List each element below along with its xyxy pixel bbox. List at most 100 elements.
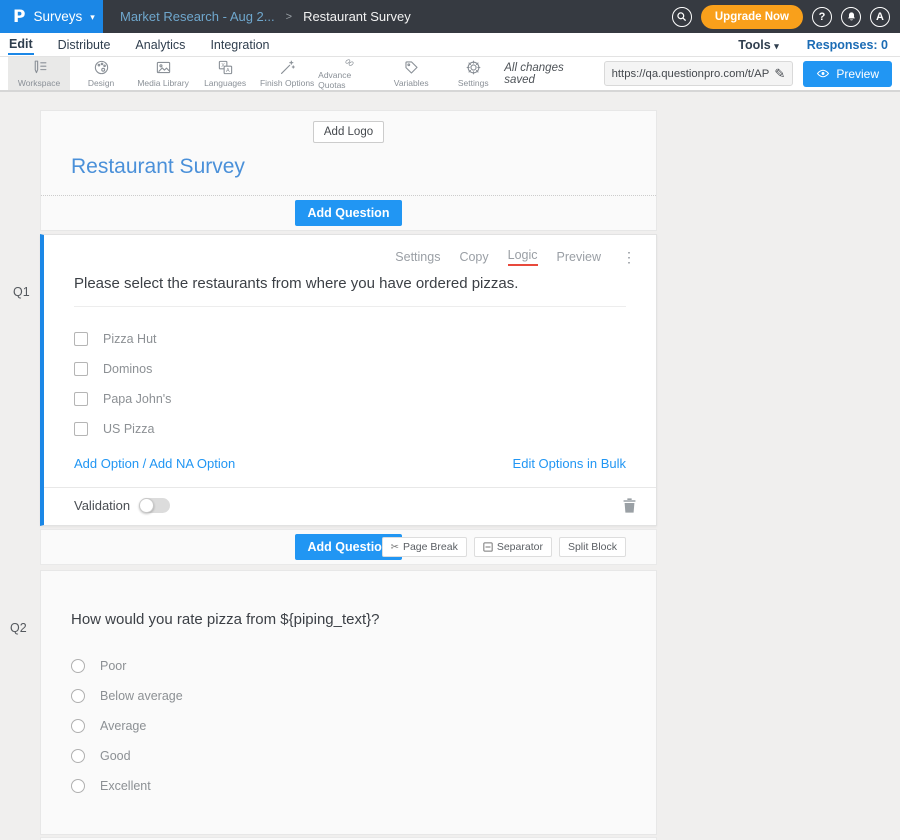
- preview-button[interactable]: Preview: [803, 61, 892, 87]
- question-number-q2: Q2: [10, 621, 27, 635]
- eye-icon: [816, 68, 830, 79]
- bell-icon: [846, 11, 857, 22]
- add-option-link[interactable]: Add Option: [74, 456, 139, 471]
- notifications-button[interactable]: [841, 7, 861, 27]
- question-action-bar: Settings Copy Logic Preview ⋮: [44, 235, 656, 266]
- breadcrumb: Market Research - Aug 2... > Restaurant …: [120, 9, 411, 24]
- question-preview-link[interactable]: Preview: [557, 250, 601, 264]
- tool-settings[interactable]: Settings: [442, 57, 504, 90]
- option-checkbox[interactable]: [74, 422, 88, 436]
- scissors-icon: ✂: [391, 542, 399, 553]
- trash-icon: [623, 498, 636, 513]
- tool-languages[interactable]: XA Languages: [194, 57, 256, 90]
- survey-url-box: ✎: [604, 61, 794, 86]
- translate-icon: XA: [217, 59, 234, 76]
- palette-icon: [93, 59, 110, 76]
- toggle-knob: [139, 498, 154, 513]
- topbar-actions: Upgrade Now ? A: [672, 5, 900, 29]
- list-item: Below average: [71, 681, 626, 711]
- survey-url-input[interactable]: [605, 68, 775, 80]
- add-question-button[interactable]: Add Question: [295, 200, 403, 226]
- option-checkbox[interactable]: [74, 362, 88, 376]
- autosave-status: All changes saved: [504, 62, 593, 86]
- edit-url-pencil-icon[interactable]: ✎: [774, 66, 792, 82]
- list-item: Excellent: [71, 771, 626, 801]
- tab-analytics[interactable]: Analytics: [134, 35, 186, 54]
- delete-question-button[interactable]: [623, 498, 636, 513]
- q1-option-links: Add Option / Add NA Option Edit Options …: [44, 444, 656, 487]
- list-item: Poor: [71, 651, 626, 681]
- tool-finish-options[interactable]: Finish Options: [256, 57, 318, 90]
- list-item: Average: [71, 711, 626, 741]
- list-item: Pizza Hut: [74, 324, 626, 354]
- breadcrumb-separator: >: [286, 11, 292, 23]
- validation-toggle[interactable]: [140, 498, 170, 513]
- workspace-icon: [31, 59, 48, 76]
- survey-nav: Edit Distribute Analytics Integration To…: [0, 33, 900, 57]
- option-radio[interactable]: [71, 689, 85, 703]
- avatar-letter: A: [876, 11, 884, 23]
- q1-options-list: Pizza Hut Dominos Papa John's US Pizza: [44, 307, 656, 444]
- question-logic-link[interactable]: Logic: [508, 248, 538, 266]
- separator-icon: [483, 542, 493, 552]
- question-text-q2[interactable]: How would you rate pizza from ${piping_t…: [71, 571, 626, 634]
- tool-advance-quotas[interactable]: Advance Quotas: [318, 57, 380, 90]
- option-radio[interactable]: [71, 719, 85, 733]
- tool-variables[interactable]: Variables: [380, 57, 442, 90]
- surveys-product-menu[interactable]: P Surveys ▾: [0, 0, 103, 33]
- option-label[interactable]: Dominos: [103, 362, 152, 376]
- tools-menu[interactable]: Tools ▾: [738, 38, 778, 52]
- question-number-q1: Q1: [13, 285, 30, 299]
- option-label[interactable]: Papa John's: [103, 392, 171, 406]
- option-radio[interactable]: [71, 659, 85, 673]
- separator-button[interactable]: Separator: [474, 537, 552, 557]
- question-settings-link[interactable]: Settings: [395, 250, 440, 264]
- account-avatar[interactable]: A: [870, 7, 890, 27]
- question-copy-link[interactable]: Copy: [459, 250, 488, 264]
- survey-title[interactable]: Restaurant Survey: [41, 143, 656, 195]
- question-card-q1: Q1 Settings Copy Logic Preview ⋮ Please …: [40, 234, 657, 526]
- search-button[interactable]: [672, 7, 692, 27]
- edit-options-in-bulk-link[interactable]: Edit Options in Bulk: [513, 456, 626, 471]
- add-logo-button[interactable]: Add Logo: [313, 121, 384, 143]
- help-button[interactable]: ?: [812, 7, 832, 27]
- svg-text:X: X: [221, 63, 225, 69]
- option-label[interactable]: Average: [100, 719, 146, 733]
- option-radio[interactable]: [71, 779, 85, 793]
- breadcrumb-survey-name: Restaurant Survey: [303, 9, 411, 24]
- kebab-menu-icon[interactable]: ⋮: [622, 249, 636, 266]
- page-break-button[interactable]: ✂ Page Break: [382, 537, 467, 557]
- q2-options-list: Poor Below average Average Good Excellen…: [41, 634, 656, 801]
- tab-distribute[interactable]: Distribute: [57, 35, 112, 54]
- tool-workspace[interactable]: Workspace: [8, 57, 70, 90]
- option-checkbox[interactable]: [74, 332, 88, 346]
- question-text-q1[interactable]: Please select the restaurants from where…: [74, 266, 626, 307]
- option-label[interactable]: Excellent: [100, 779, 151, 793]
- validation-label: Validation: [74, 498, 130, 513]
- option-label[interactable]: Pizza Hut: [103, 332, 157, 346]
- question-card-q2: Q2 How would you rate pizza from ${pipin…: [40, 570, 657, 835]
- tab-edit[interactable]: Edit: [8, 34, 34, 55]
- upgrade-now-button[interactable]: Upgrade Now: [701, 5, 803, 29]
- add-question-strip-mid: Add Question ✂ Page Break Separator Spli…: [40, 529, 657, 565]
- product-name: Surveys: [33, 9, 82, 24]
- option-checkbox[interactable]: [74, 392, 88, 406]
- option-label[interactable]: Below average: [100, 689, 183, 703]
- breadcrumb-folder[interactable]: Market Research - Aug 2...: [120, 9, 275, 24]
- option-label[interactable]: Good: [100, 749, 131, 763]
- question-mark-icon: ?: [819, 11, 826, 23]
- tool-design[interactable]: Design: [70, 57, 132, 90]
- option-label[interactable]: US Pizza: [103, 422, 154, 436]
- split-block-button[interactable]: Split Block: [559, 537, 626, 557]
- tab-integration[interactable]: Integration: [209, 35, 270, 54]
- add-na-option-link[interactable]: Add NA Option: [149, 456, 235, 471]
- block-tools: ✂ Page Break Separator Split Block: [382, 537, 626, 557]
- option-radio[interactable]: [71, 749, 85, 763]
- workspace-toolbar: Workspace Design Media Library XA Langua…: [0, 57, 900, 92]
- option-label[interactable]: Poor: [100, 659, 126, 673]
- tool-media-library[interactable]: Media Library: [132, 57, 194, 90]
- subnav-right: Tools ▾ Responses: 0: [738, 38, 888, 52]
- toolbar-right: All changes saved ✎ Preview: [504, 57, 900, 90]
- image-icon: [155, 59, 172, 76]
- responses-count[interactable]: Responses: 0: [807, 38, 888, 52]
